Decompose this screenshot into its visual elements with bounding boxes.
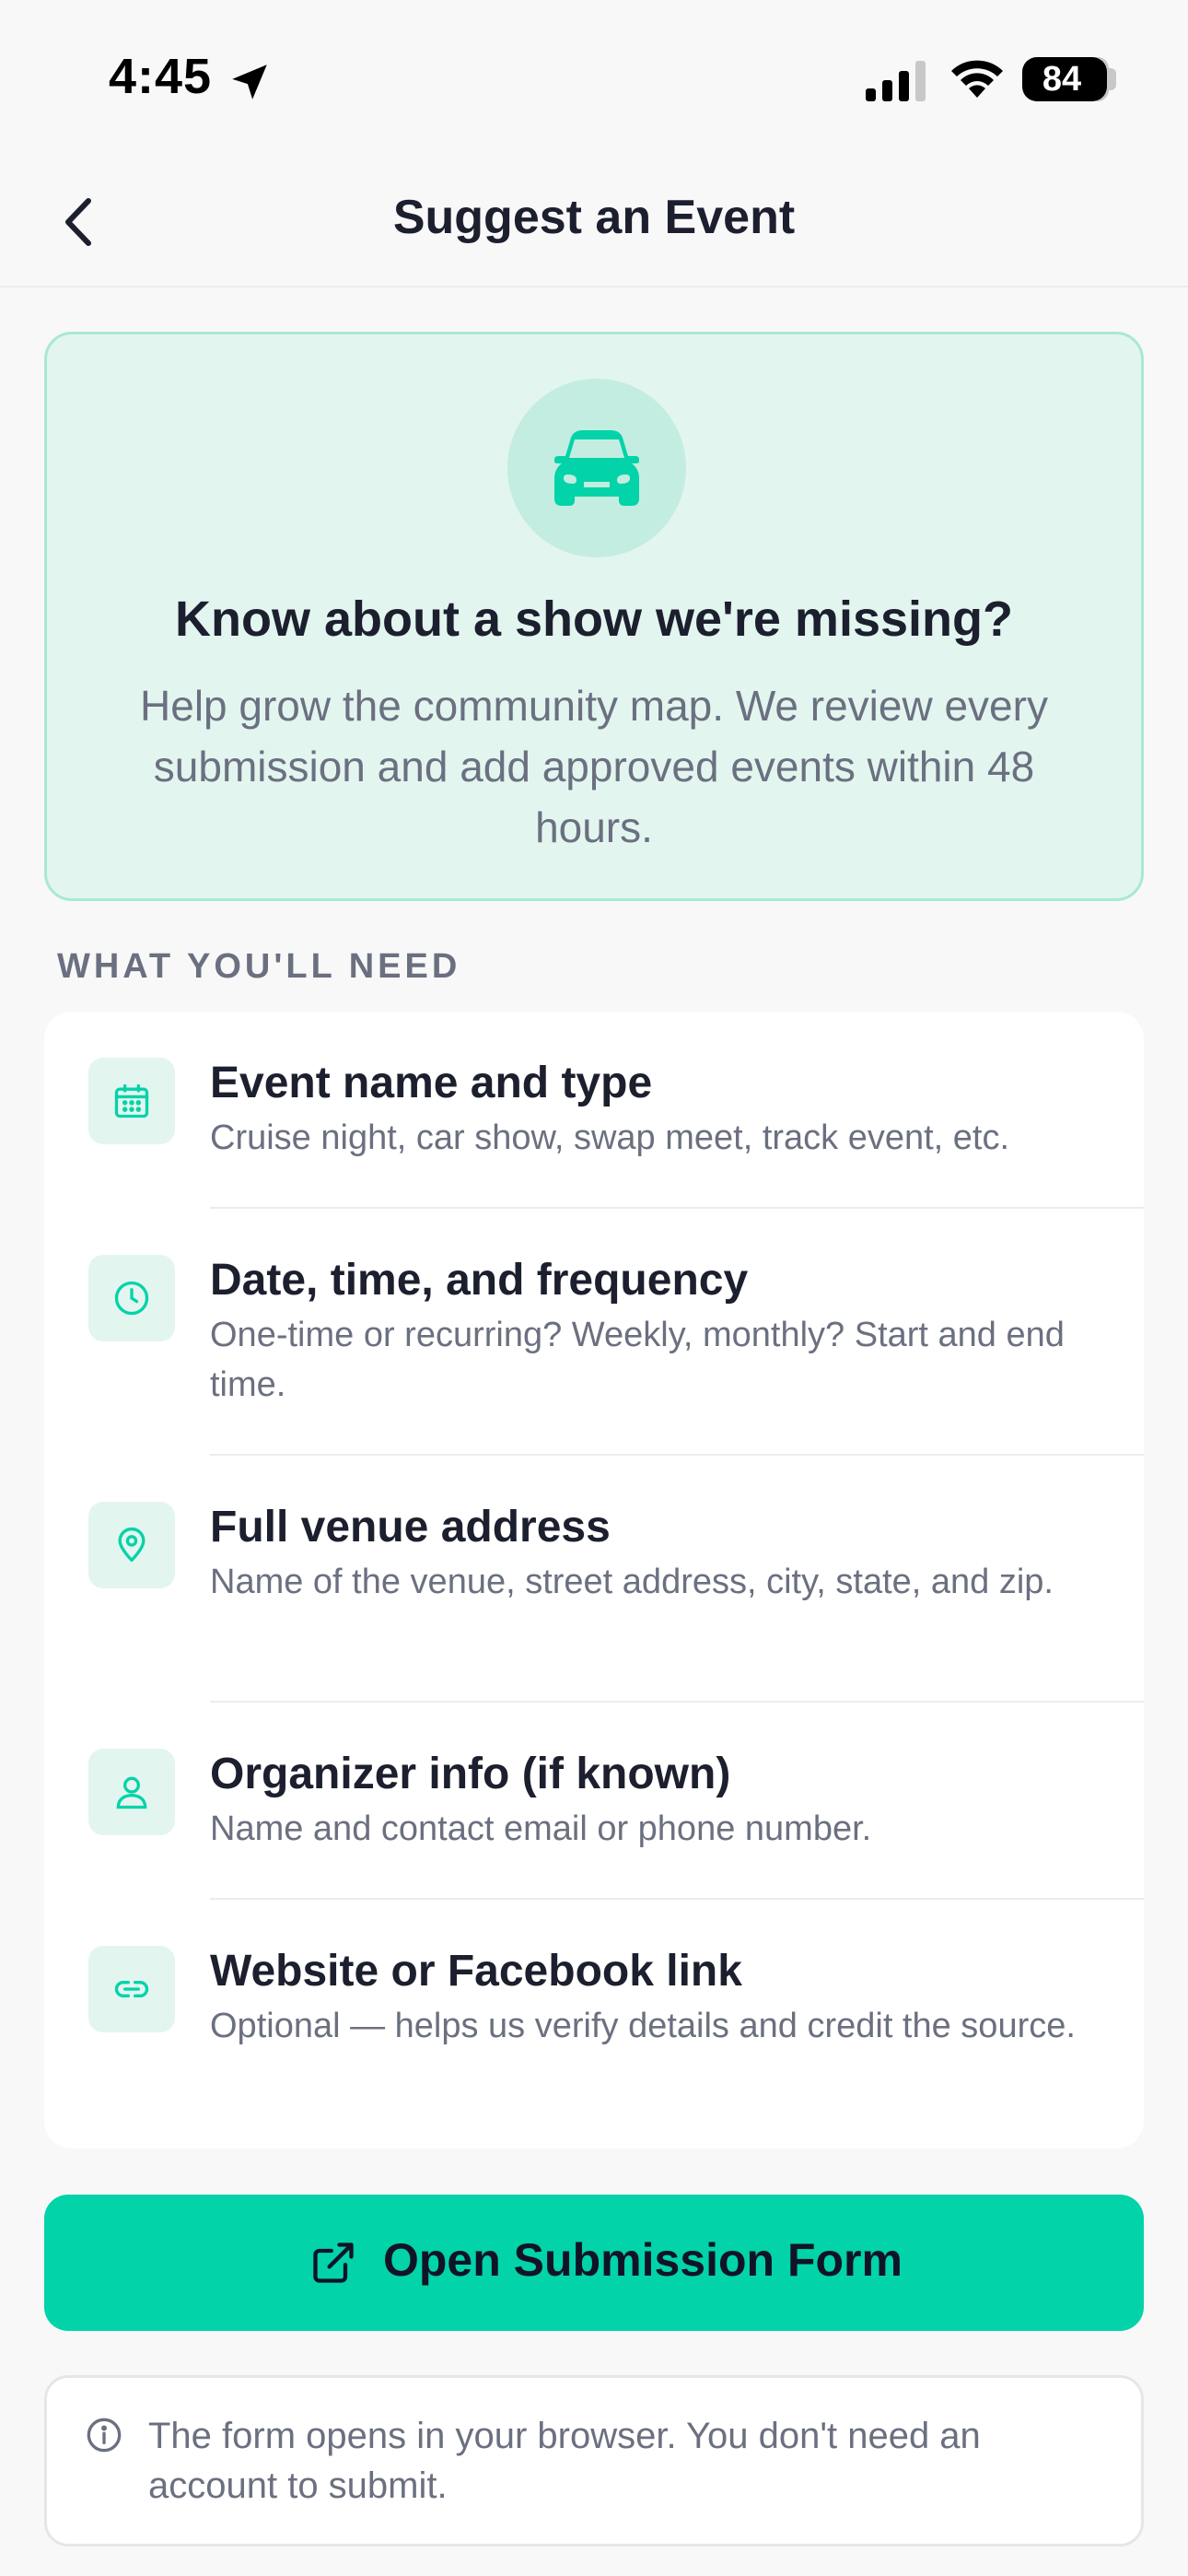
wifi-icon <box>951 60 1003 98</box>
clock-icon <box>114 1281 149 1316</box>
info-note-text: The form opens in your browser. You don'… <box>148 2416 981 2506</box>
page-title: Suggest an Event <box>392 191 796 244</box>
button-label: Open Submission Form <box>383 2234 903 2286</box>
item-icon-box <box>88 1502 175 1588</box>
hero-description: Help grow the community map. We review e… <box>140 682 1048 851</box>
info-icon <box>87 2418 122 2453</box>
location-pin-icon <box>118 1527 146 1563</box>
hero-card: Know about a show we're missing? Help gr… <box>44 332 1144 901</box>
external-link-icon <box>313 2242 354 2283</box>
item-title: Event name and type <box>210 1059 653 1107</box>
location-arrow-icon <box>232 64 267 100</box>
item-description: One-time or recurring? Weekly, monthly? … <box>210 1316 1065 1404</box>
person-icon <box>116 1776 147 1809</box>
battery-cap <box>1109 68 1116 90</box>
cellular-signal-icon <box>866 61 926 101</box>
item-description: Cruise night, car show, swap meet, track… <box>210 1118 1010 1157</box>
item-title: Full venue address <box>210 1503 611 1551</box>
item-icon-box <box>88 1058 175 1144</box>
status-bar: 4:45 84 <box>0 0 1188 157</box>
item-description: Name and contact email or phone number. <box>210 1809 872 1848</box>
open-submission-form-button[interactable]: Open Submission Form <box>44 2195 1144 2331</box>
item-icon-box <box>88 1255 175 1341</box>
item-title: Website or Facebook link <box>210 1947 742 1996</box>
divider <box>210 1898 1144 1900</box>
battery-icon: 84 <box>1022 57 1107 101</box>
item-description: Optional — helps us verify details and c… <box>210 2007 1076 2045</box>
item-title: Date, time, and frequency <box>210 1256 749 1305</box>
link-icon <box>114 1981 149 1997</box>
info-note: The form opens in your browser. You don'… <box>44 2375 1144 2547</box>
item-title: Organizer info (if known) <box>210 1750 731 1798</box>
divider <box>210 1454 1144 1456</box>
divider <box>210 1207 1144 1209</box>
item-description: Name of the venue, street address, city,… <box>210 1563 1054 1601</box>
calendar-icon <box>114 1083 149 1118</box>
nav-bar: Suggest an Event <box>0 157 1188 287</box>
divider <box>210 1701 1144 1703</box>
item-icon-box <box>88 1749 175 1835</box>
car-icon <box>554 430 639 506</box>
battery-level: 84 <box>1042 60 1082 99</box>
requirements-list: Event name and type Cruise night, car sh… <box>44 1012 1144 2149</box>
item-icon-box <box>88 1946 175 2032</box>
status-time: 4:45 <box>109 49 213 104</box>
hero-title: Know about a show we're missing? <box>175 591 1013 647</box>
hero-icon-circle <box>507 379 686 557</box>
section-header: WHAT YOU'LL NEED <box>57 947 461 986</box>
